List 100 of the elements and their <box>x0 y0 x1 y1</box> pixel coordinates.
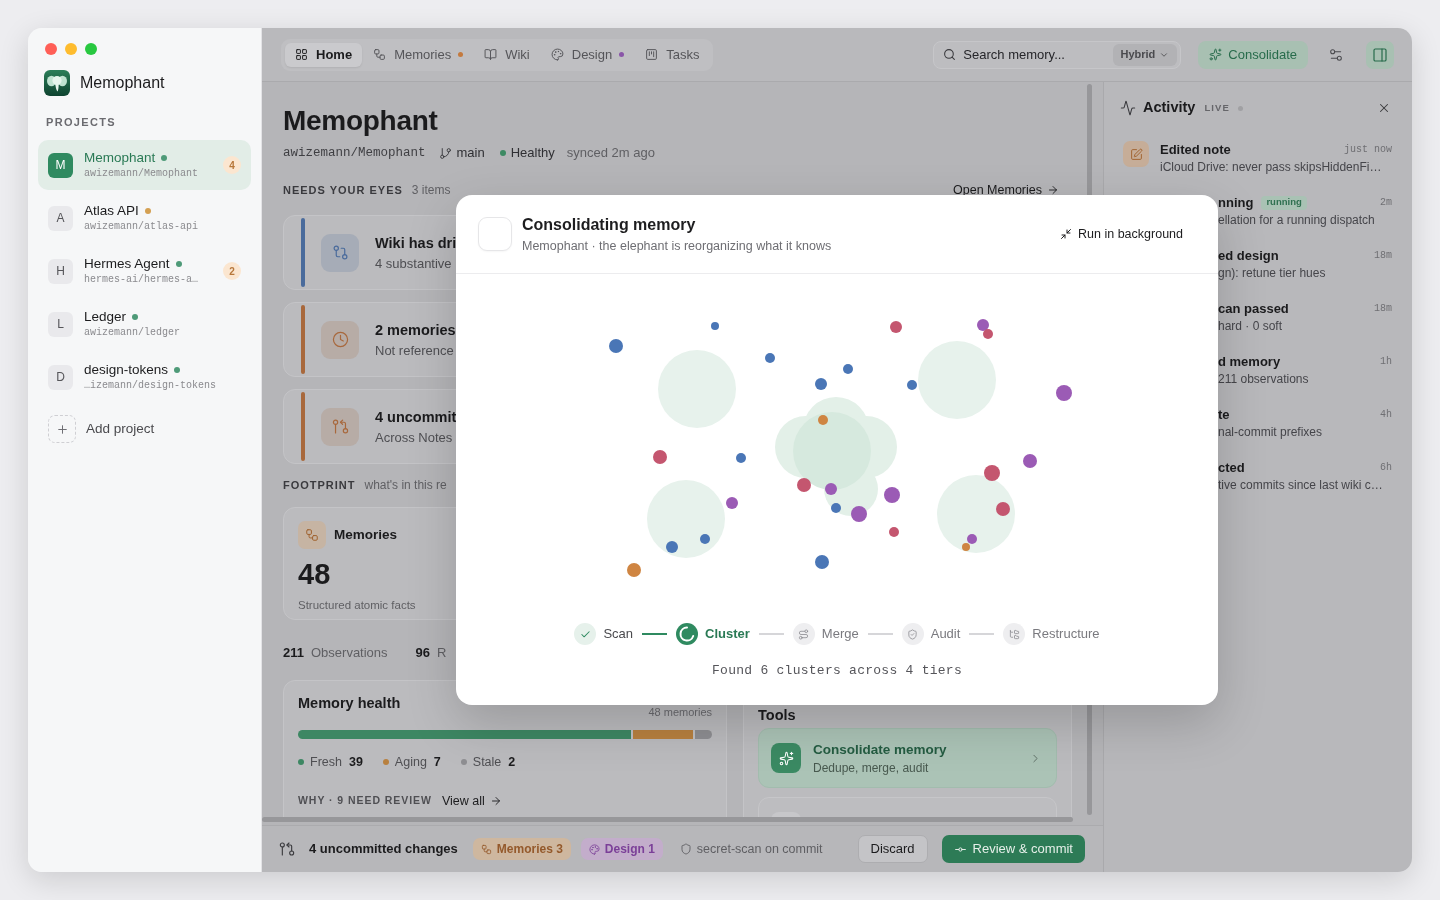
book-icon <box>484 48 498 61</box>
activity-time: 18m <box>1374 302 1392 316</box>
nav-tab[interactable]: Tasks <box>635 42 710 67</box>
view-all-link[interactable]: View all <box>441 791 502 811</box>
project-avatar: A <box>48 205 73 231</box>
mode-dropdown[interactable]: Hybrid <box>1112 43 1178 66</box>
memory-dot <box>797 478 811 492</box>
settings-icon <box>1328 46 1344 63</box>
close-window-icon[interactable] <box>45 43 57 55</box>
nav-tab[interactable]: Wiki <box>474 42 540 67</box>
item-count: 3 items <box>411 182 451 199</box>
pulse-icon <box>1120 100 1136 116</box>
compare-icon <box>321 233 359 272</box>
project-item[interactable]: A Atlas API awizemann/atlas-api <box>38 193 251 243</box>
attention-subtitle: 4 substantive <box>375 254 453 272</box>
project-item[interactable]: D design-tokens …izemann/design-tokens <box>38 352 251 402</box>
search-field[interactable]: Search memory... Hybrid <box>933 40 1182 69</box>
activity-time: 2m <box>1380 196 1392 210</box>
elephant-logo-icon <box>44 70 70 96</box>
dialog-subtitle: Memophant · the elephant is reorganizing what it knows <box>522 237 832 254</box>
activity-title: nning <box>1218 193 1254 212</box>
attention-title: 2 memories <box>375 320 456 339</box>
project-repo: hermes-ai/hermes-a… <box>84 273 200 287</box>
minimize-window-icon[interactable] <box>65 43 77 55</box>
memory-dot <box>889 527 899 537</box>
project-item[interactable]: M Memophant awizemann/Memophant 4 <box>38 140 251 190</box>
repo-path: awizemann/Memophant <box>283 144 426 162</box>
project-avatar: L <box>48 311 73 337</box>
activity-detail: iCloud Drive: never pass skipsHiddenFi… <box>1160 159 1382 176</box>
activity-item[interactable]: Edited note just now iCloud Drive: never pass skipsHiddenFi… <box>1104 141 1412 194</box>
count-badge: 4 <box>223 156 241 174</box>
sync-status: synced 2m ago <box>566 144 655 163</box>
review-commit-button[interactable]: Review & commit <box>941 835 1085 863</box>
panel-toggle-button[interactable] <box>1366 40 1394 69</box>
card-title: Memory health <box>298 694 401 712</box>
plus-icon <box>48 415 76 443</box>
memory-dot <box>653 450 667 464</box>
project-avatar: H <box>48 258 73 284</box>
activity-title: Edited note <box>1160 140 1231 159</box>
app-name: Memophant <box>80 73 165 93</box>
branch-name: main <box>456 144 485 163</box>
legend-value: 2 <box>508 753 516 771</box>
stat-value: 48 <box>298 558 331 590</box>
memory-dot <box>627 563 641 577</box>
dialog-title: Consolidating memory <box>522 214 696 235</box>
activity-time: 4h <box>1380 408 1392 422</box>
memory-dot <box>983 329 993 339</box>
live-label: LIVE <box>1204 100 1231 115</box>
memory-dot <box>609 339 623 353</box>
tool-subtitle: Dedupe, merge, audit <box>813 760 930 776</box>
tool-card[interactable]: Consolidate memory Dedupe, merge, audit <box>758 728 1057 788</box>
stat-number: 211 <box>283 644 304 663</box>
panel-title: Activity <box>1143 98 1196 118</box>
horizontal-scrollbar[interactable] <box>262 817 1073 822</box>
activity-title: cted <box>1218 458 1245 477</box>
close-button[interactable] <box>1377 101 1391 115</box>
progress-status: Found 6 clusters across 4 tiers <box>712 663 962 679</box>
activity-detail: nal-commit prefixes <box>1218 424 1323 441</box>
project-item[interactable]: H Hermes Agent hermes-ai/hermes-a… 2 <box>38 246 251 296</box>
attention-subtitle: Not reference <box>375 341 455 359</box>
add-project-button[interactable]: Add project <box>48 415 155 443</box>
nav-tab[interactable]: Home <box>285 42 363 67</box>
project-repo: awizemann/Memophant <box>84 167 200 181</box>
activity-time: 18m <box>1374 249 1392 263</box>
open-memories-link[interactable]: Open Memories <box>953 180 1059 200</box>
activity-title: d memory <box>1218 352 1281 371</box>
activity-detail: 211 observations <box>1218 371 1309 388</box>
shield-icon <box>679 843 692 855</box>
memory-dot <box>907 380 917 390</box>
memory-dot <box>1023 454 1037 468</box>
step-label: Merge <box>821 625 859 644</box>
zoom-window-icon[interactable] <box>85 43 97 55</box>
nodes-icon <box>373 48 387 61</box>
step-connector <box>642 633 668 635</box>
project-item[interactable]: L Ledger awizemann/ledger <box>38 299 251 349</box>
scan-note: secret-scan on commit <box>696 840 823 858</box>
activity-time: 1h <box>1380 355 1392 369</box>
board-icon <box>645 48 659 61</box>
sparkle-icon <box>771 743 801 773</box>
grid-icon <box>295 48 308 61</box>
palette-icon <box>550 48 564 61</box>
memory-dot <box>984 465 1000 481</box>
side-panel-icon <box>1372 46 1388 63</box>
branch-arrows-icon <box>279 841 295 857</box>
discard-button[interactable]: Discard <box>857 835 928 863</box>
stat-label: Observations <box>311 644 388 663</box>
stat-label: R <box>437 644 447 663</box>
attention-title: 4 uncommit <box>375 407 457 426</box>
palette-icon <box>588 843 600 855</box>
arrow-right-icon <box>1047 184 1059 196</box>
review-label: WHY · 9 NEED REVIEW <box>298 793 432 809</box>
run-in-background-button[interactable]: Run in background <box>1060 224 1183 244</box>
memory-dot <box>884 487 900 503</box>
arrow-right-icon <box>489 795 502 807</box>
project-repo: …izemann/design-tokens <box>84 379 218 393</box>
nav-tab[interactable]: Memories <box>363 42 474 67</box>
settings-button[interactable] <box>1328 46 1344 63</box>
edit-icon <box>1123 141 1149 167</box>
nav-tab[interactable]: Design <box>540 42 635 67</box>
project-name: Memophant <box>84 149 156 166</box>
